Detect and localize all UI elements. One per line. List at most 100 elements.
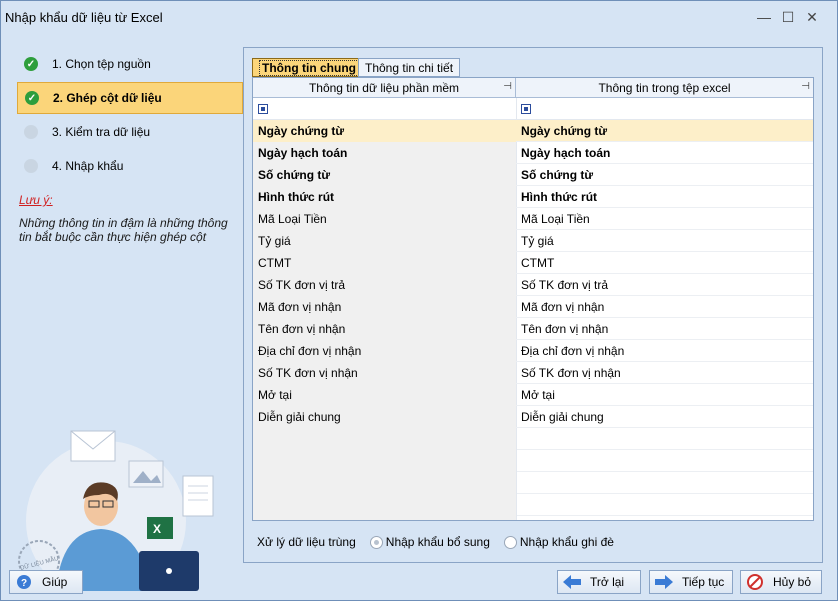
excel-field-cell[interactable]: Mã Loại Tiền (516, 208, 813, 230)
step-choose-source[interactable]: ✓ 1. Chọn tệp nguồn (17, 48, 243, 80)
grid-rows: Ngày chứng từ Ngày chứng từ Ngày hạch toán… (253, 120, 813, 428)
table-row[interactable]: Địa chỉ đơn vị nhận Địa chỉ đơn vị nhận (253, 340, 813, 362)
step-check-data[interactable]: 3. Kiểm tra dữ liệu (17, 116, 243, 148)
arrow-right-icon (654, 574, 674, 590)
software-field-cell: Mã đơn vị nhận (253, 296, 516, 318)
software-field-cell: Mở tại (253, 384, 516, 406)
button-label: Trở lại (590, 575, 625, 589)
radio-append[interactable]: Nhập khẩu bổ sung (369, 535, 490, 549)
table-row[interactable]: Số chứng từ Số chứng từ (253, 164, 813, 186)
document-icon (182, 475, 214, 517)
excel-field-cell[interactable]: Ngày hạch toán (516, 142, 813, 164)
check-icon: ✓ (25, 91, 39, 105)
envelope-icon (70, 430, 116, 462)
table-row[interactable]: Số TK đơn vị nhận Số TK đơn vị nhận (253, 362, 813, 384)
pending-dot-icon (24, 159, 38, 173)
table-row[interactable]: Mở tại Mở tại (253, 384, 813, 406)
next-button[interactable]: Tiếp tục (649, 570, 733, 594)
column-header-label: Thông tin trong tệp excel (598, 80, 731, 95)
empty-row (517, 428, 813, 450)
excel-field-cell[interactable]: Diễn giải chung (516, 406, 813, 428)
table-row[interactable]: Tên đơn vị nhận Tên đơn vị nhận (253, 318, 813, 340)
software-field-cell: CTMT (253, 252, 516, 274)
tab-detail-info[interactable]: Thông tin chi tiết (358, 58, 461, 77)
cancel-button[interactable]: Hủy bỏ (740, 570, 822, 594)
maximize-button[interactable]: ☐ (777, 7, 799, 27)
back-button[interactable]: Trở lại (557, 570, 641, 594)
excel-field-cell[interactable]: Số chứng từ (516, 164, 813, 186)
import-dialog: Nhập khẩu dữ liệu từ Excel — ☐ ✕ ✓ 1. Ch… (0, 0, 838, 601)
radio-label: Nhập khẩu ghi đè (519, 535, 614, 549)
software-field-cell: Ngày hạch toán (253, 142, 516, 164)
excel-field-cell[interactable]: Tỷ giá (516, 230, 813, 252)
step-label: 3. Kiểm tra dữ liệu (52, 125, 151, 139)
mapping-grid: Thông tin dữ liệu phần mềm ⊣ Thông tin t… (252, 77, 814, 521)
title-bar: Nhập khẩu dữ liệu từ Excel — ☐ ✕ (1, 1, 837, 33)
pin-icon[interactable]: ⊣ (503, 81, 512, 92)
excel-field-cell[interactable]: Số TK đơn vị nhận (516, 362, 813, 384)
excel-field-cell[interactable]: Số TK đơn vị trả (516, 274, 813, 296)
check-icon: ✓ (24, 57, 38, 71)
software-field-cell: Số TK đơn vị trả (253, 274, 516, 296)
maximize-icon: ☐ (781, 8, 795, 25)
help-button[interactable]: ? Giúp (9, 570, 83, 594)
software-field-cell: Ngày chứng từ (253, 120, 516, 142)
person-laptop-illustration: X DỮ LIỆU MẪU (18, 430, 214, 591)
window-title: Nhập khẩu dữ liệu từ Excel (5, 10, 163, 25)
tab-general-info[interactable]: Thông tin chung (252, 58, 366, 77)
empty-row (517, 472, 813, 494)
close-icon: ✕ (806, 8, 818, 25)
tab-label: Thông tin chi tiết (365, 60, 454, 75)
excel-field-cell[interactable]: Mã đơn vị nhận (516, 296, 813, 318)
wizard-sidebar: ✓ 1. Chọn tệp nguồn ✓ 2. Ghép cột dữ liệ… (1, 33, 249, 591)
table-row[interactable]: Số TK đơn vị trả Số TK đơn vị trả (253, 274, 813, 296)
pin-icon[interactable]: ⊣ (801, 81, 810, 92)
step-label: 4. Nhập khẩu (52, 159, 124, 173)
excel-field-cell[interactable]: Mở tại (516, 384, 813, 406)
radio-label: Nhập khẩu bổ sung (385, 535, 490, 549)
excel-field-cell[interactable]: Tên đơn vị nhận (516, 318, 813, 340)
table-row[interactable]: Ngày chứng từ Ngày chứng từ (253, 120, 813, 142)
empty-row (517, 494, 813, 516)
table-row[interactable]: Tỷ giá Tỷ giá (253, 230, 813, 252)
filter-icon[interactable] (258, 104, 268, 114)
column-header-excel[interactable]: Thông tin trong tệp excel ⊣ (516, 78, 813, 98)
duplicate-label: Xử lý dữ liệu trùng (257, 535, 356, 549)
image-icon (128, 460, 164, 488)
table-row[interactable]: CTMT CTMT (253, 252, 813, 274)
table-row[interactable]: Ngày hạch toán Ngày hạch toán (253, 142, 813, 164)
software-field-cell: Tên đơn vị nhận (253, 318, 516, 340)
radio-icon (369, 535, 383, 549)
step-label: 2. Ghép cột dữ liệu (53, 91, 162, 105)
minimize-icon: — (757, 9, 771, 25)
table-row[interactable]: Mã Loại Tiền Mã Loại Tiền (253, 208, 813, 230)
minimize-button[interactable]: — (753, 7, 775, 27)
software-field-cell: Diễn giải chung (253, 406, 516, 428)
software-field-cell: Mã Loại Tiền (253, 208, 516, 230)
cancel-icon (745, 574, 765, 590)
step-map-columns[interactable]: ✓ 2. Ghép cột dữ liệu (17, 82, 243, 114)
close-button[interactable]: ✕ (801, 7, 823, 27)
excel-field-cell[interactable]: Hình thức rút (516, 186, 813, 208)
svg-text:?: ? (21, 578, 27, 589)
step-label: 1. Chọn tệp nguồn (52, 57, 151, 71)
excel-field-cell[interactable]: Địa chỉ đơn vị nhận (516, 340, 813, 362)
software-field-cell: Hình thức rút (253, 186, 516, 208)
arrow-left-icon (562, 574, 582, 590)
step-import[interactable]: 4. Nhập khẩu (17, 150, 243, 182)
column-header-software[interactable]: Thông tin dữ liệu phần mềm ⊣ (253, 78, 516, 98)
svg-text:X: X (153, 522, 161, 536)
software-field-cell: Tỷ giá (253, 230, 516, 252)
table-row[interactable]: Diễn giải chung Diễn giải chung (253, 406, 813, 428)
radio-overwrite[interactable]: Nhập khẩu ghi đè (503, 535, 614, 549)
excel-field-cell[interactable]: Ngày chứng từ (516, 120, 813, 142)
tab-label: Thông tin chung (259, 59, 359, 76)
button-label: Hủy bỏ (773, 575, 812, 589)
duplicate-handling: Xử lý dữ liệu trùng Nhập khẩu bổ sung Nh… (257, 535, 614, 549)
excel-field-cell[interactable]: CTMT (516, 252, 813, 274)
filter-icon[interactable] (521, 104, 531, 114)
radio-icon (503, 535, 517, 549)
table-row[interactable]: Hình thức rút Hình thức rút (253, 186, 813, 208)
table-row[interactable]: Mã đơn vị nhận Mã đơn vị nhận (253, 296, 813, 318)
empty-row (517, 450, 813, 472)
